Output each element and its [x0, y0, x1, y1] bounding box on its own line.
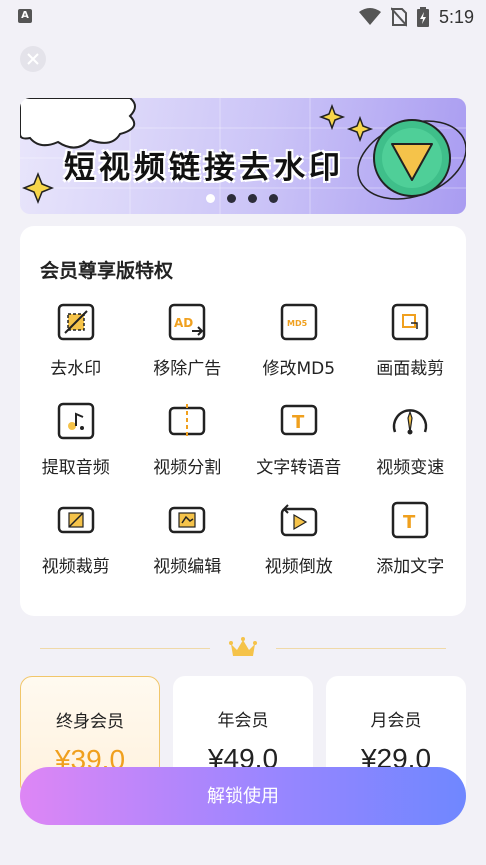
- plan-name: 终身会员: [56, 712, 124, 732]
- add-text-icon: T: [390, 500, 430, 540]
- video-crop-icon: [56, 500, 96, 540]
- feature-item[interactable]: 画面裁剪: [355, 302, 467, 379]
- feature-label: 去水印: [50, 359, 102, 379]
- plan-name: 月会员: [370, 711, 422, 731]
- app-notification-icon: A: [18, 9, 32, 23]
- wifi-icon: [358, 8, 381, 25]
- feature-item[interactable]: T 文字转语音: [243, 401, 355, 478]
- clock: 5:19: [438, 6, 474, 27]
- battery-charging-icon: [416, 7, 429, 27]
- feature-label: 移除广告: [153, 359, 222, 379]
- feature-label: 文字转语音: [256, 458, 342, 478]
- feature-item[interactable]: AD 移除广告: [132, 302, 244, 379]
- no-sim-icon: [390, 7, 407, 27]
- carousel-dots: [206, 194, 278, 203]
- feature-label: 视频分割: [153, 458, 222, 478]
- feature-item[interactable]: 视频变速: [355, 401, 467, 478]
- speed-gauge-icon: [390, 401, 430, 441]
- md5-icon: MD5: [279, 302, 319, 342]
- carousel-dot[interactable]: [227, 194, 236, 203]
- privileges-title: 会员尊享版特权: [40, 260, 174, 282]
- video-split-icon: [167, 401, 207, 441]
- feature-item[interactable]: 视频裁剪: [20, 500, 132, 577]
- crown-divider: [40, 632, 446, 662]
- feature-item[interactable]: 视频倒放: [243, 500, 355, 577]
- feature-label: 视频变速: [376, 458, 445, 478]
- feature-item[interactable]: MD5 修改MD5: [243, 302, 355, 379]
- video-reverse-icon: [279, 500, 319, 540]
- feature-label: 画面裁剪: [376, 359, 445, 379]
- svg-text:T: T: [292, 412, 305, 433]
- crop-frame-icon: [390, 302, 430, 342]
- remove-watermark-icon: [56, 302, 96, 342]
- extract-audio-icon: [56, 401, 96, 441]
- divider-line: [276, 648, 446, 649]
- feature-grid: 去水印 AD 移除广告 MD5 修改MD5 画面裁剪 提取音频 视频分割 T 文…: [20, 302, 466, 577]
- text-to-speech-icon: T: [279, 401, 319, 441]
- remove-ad-icon: AD: [167, 302, 207, 342]
- feature-item[interactable]: 视频编辑: [132, 500, 244, 577]
- carousel-dot[interactable]: [206, 194, 215, 203]
- feature-item[interactable]: 提取音频: [20, 401, 132, 478]
- plan-name: 年会员: [217, 711, 269, 731]
- feature-item[interactable]: T 添加文字: [355, 500, 467, 577]
- promo-banner[interactable]: 短视频链接去水印: [20, 98, 466, 214]
- feature-item[interactable]: 视频分割: [132, 401, 244, 478]
- svg-text:MD5: MD5: [287, 319, 308, 328]
- close-button[interactable]: [20, 46, 46, 72]
- banner-title: 短视频链接去水印: [64, 150, 344, 186]
- feature-item[interactable]: 去水印: [20, 302, 132, 379]
- unlock-button[interactable]: 解锁使用: [20, 767, 466, 825]
- feature-label: 视频编辑: [153, 557, 222, 577]
- svg-text:T: T: [403, 512, 416, 533]
- status-bar: A 5:19: [0, 0, 486, 36]
- feature-label: 提取音频: [41, 458, 110, 478]
- carousel-dot[interactable]: [248, 194, 257, 203]
- divider-line: [40, 648, 210, 649]
- crown-icon: [229, 637, 257, 656]
- close-icon: [27, 53, 39, 65]
- feature-label: 修改MD5: [262, 359, 336, 379]
- svg-text:AD: AD: [174, 316, 193, 330]
- status-icons: 5:19: [358, 6, 474, 28]
- carousel-dot[interactable]: [269, 194, 278, 203]
- privileges-card: 会员尊享版特权 去水印 AD 移除广告 MD5 修改MD5 画面裁剪 提取音频 …: [20, 226, 466, 616]
- video-edit-icon: [167, 500, 207, 540]
- feature-label: 添加文字: [376, 557, 445, 577]
- feature-label: 视频裁剪: [41, 557, 110, 577]
- feature-label: 视频倒放: [264, 557, 333, 577]
